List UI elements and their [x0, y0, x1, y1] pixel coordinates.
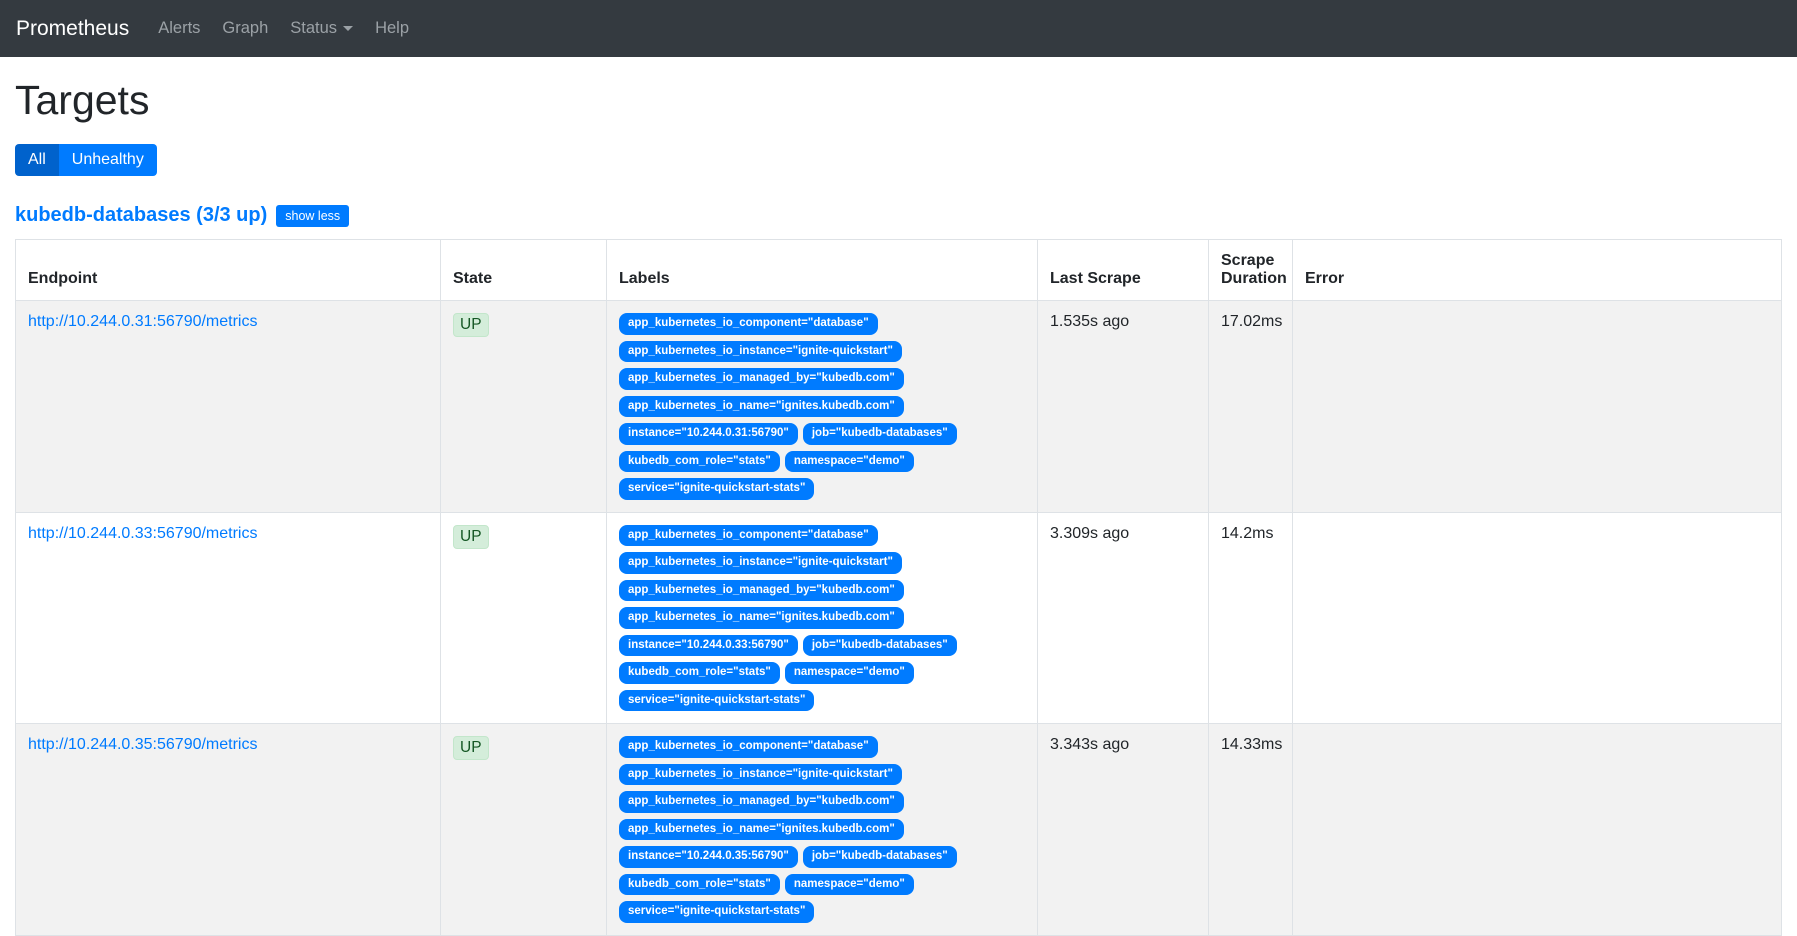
target-label-badge: namespace="demo"	[785, 451, 914, 473]
endpoint-link[interactable]: http://10.244.0.31:56790/metrics	[28, 313, 257, 330]
labels-cell: app_kubernetes_io_component="database"ap…	[607, 724, 1038, 936]
target-label-badge: app_kubernetes_io_component="database"	[619, 736, 878, 758]
nav-item-graph-label: Graph	[222, 19, 268, 38]
filter-all-button[interactable]: All	[15, 144, 59, 176]
state-cell: UP	[441, 301, 607, 513]
target-label-badge: service="ignite-quickstart-stats"	[619, 478, 814, 500]
target-label-badge: app_kubernetes_io_instance="ignite-quick…	[619, 341, 902, 363]
target-label-badge: kubedb_com_role="stats"	[619, 874, 780, 896]
endpoint-cell: http://10.244.0.35:56790/metrics	[16, 724, 441, 936]
endpoint-cell: http://10.244.0.31:56790/metrics	[16, 301, 441, 513]
nav-item-alerts-label: Alerts	[158, 19, 200, 38]
show-less-button[interactable]: show less	[276, 205, 349, 227]
state-badge: UP	[453, 736, 489, 760]
target-label-badge: namespace="demo"	[785, 874, 914, 896]
target-filter-group: All Unhealthy	[15, 144, 157, 176]
chevron-down-icon	[343, 26, 353, 31]
labels-wrap: app_kubernetes_io_component="database"ap…	[619, 736, 1024, 923]
error-cell	[1293, 301, 1782, 513]
table-row: http://10.244.0.33:56790/metrics UP app_ku…	[16, 512, 1782, 724]
endpoint-cell: http://10.244.0.33:56790/metrics	[16, 512, 441, 724]
target-label-badge: app_kubernetes_io_managed_by="kubedb.com…	[619, 580, 904, 602]
targets-table-body: http://10.244.0.31:56790/metrics UP app_ku…	[16, 301, 1782, 936]
scrape-duration-cell: 14.2ms	[1209, 512, 1293, 724]
target-label-badge: service="ignite-quickstart-stats"	[619, 901, 814, 923]
target-label-badge: job="kubedb-databases"	[803, 423, 957, 445]
table-row: http://10.244.0.31:56790/metrics UP app_ku…	[16, 301, 1782, 513]
target-label-badge: service="ignite-quickstart-stats"	[619, 690, 814, 712]
labels-cell: app_kubernetes_io_component="database"ap…	[607, 512, 1038, 724]
error-cell	[1293, 724, 1782, 936]
job-group-header: kubedb-databases (3/3 up) show less	[15, 204, 1782, 227]
state-cell: UP	[441, 512, 607, 724]
target-label-badge: instance="10.244.0.31:56790"	[619, 423, 798, 445]
target-label-badge: instance="10.244.0.33:56790"	[619, 635, 798, 657]
nav-item-help[interactable]: Help	[364, 11, 420, 46]
labels-wrap: app_kubernetes_io_component="database"ap…	[619, 313, 1024, 500]
state-cell: UP	[441, 724, 607, 936]
nav-item-help-label: Help	[375, 19, 409, 38]
last-scrape-cell: 1.535s ago	[1038, 301, 1209, 513]
target-label-badge: app_kubernetes_io_managed_by="kubedb.com…	[619, 791, 904, 813]
target-label-badge: app_kubernetes_io_instance="ignite-quick…	[619, 552, 902, 574]
scrape-duration-cell: 14.33ms	[1209, 724, 1293, 936]
target-label-badge: app_kubernetes_io_instance="ignite-quick…	[619, 764, 902, 786]
nav-item-status-label: Status	[290, 19, 337, 38]
targets-table: Endpoint State Labels Last Scrape Scrape…	[15, 239, 1782, 936]
nav-item-graph[interactable]: Graph	[211, 11, 279, 46]
state-badge: UP	[453, 525, 489, 549]
target-label-badge: job="kubedb-databases"	[803, 635, 957, 657]
last-scrape-cell: 3.343s ago	[1038, 724, 1209, 936]
table-header-row: Endpoint State Labels Last Scrape Scrape…	[16, 240, 1782, 301]
last-scrape-cell: 3.309s ago	[1038, 512, 1209, 724]
target-label-badge: app_kubernetes_io_managed_by="kubedb.com…	[619, 368, 904, 390]
brand-link[interactable]: Prometheus	[16, 17, 129, 41]
labels-cell: app_kubernetes_io_component="database"ap…	[607, 301, 1038, 513]
nav-item-alerts[interactable]: Alerts	[147, 11, 211, 46]
main-content: Targets All Unhealthy kubedb-databases (…	[0, 77, 1797, 936]
endpoint-link[interactable]: http://10.244.0.33:56790/metrics	[28, 525, 257, 542]
labels-wrap: app_kubernetes_io_component="database"ap…	[619, 525, 1024, 712]
table-row: http://10.244.0.35:56790/metrics UP app_ku…	[16, 724, 1782, 936]
target-label-badge: app_kubernetes_io_name="ignites.kubedb.c…	[619, 607, 904, 629]
endpoint-link[interactable]: http://10.244.0.35:56790/metrics	[28, 736, 257, 753]
target-label-badge: app_kubernetes_io_name="ignites.kubedb.c…	[619, 396, 904, 418]
nav-item-status[interactable]: Status	[279, 11, 364, 46]
target-label-badge: instance="10.244.0.35:56790"	[619, 846, 798, 868]
error-cell	[1293, 512, 1782, 724]
column-header-last-scrape: Last Scrape	[1038, 240, 1209, 301]
column-header-scrape-duration: Scrape Duration	[1209, 240, 1293, 301]
target-label-badge: kubedb_com_role="stats"	[619, 451, 780, 473]
target-label-badge: job="kubedb-databases"	[803, 846, 957, 868]
column-header-endpoint: Endpoint	[16, 240, 441, 301]
state-badge: UP	[453, 313, 489, 337]
scrape-duration-cell: 17.02ms	[1209, 301, 1293, 513]
target-label-badge: app_kubernetes_io_name="ignites.kubedb.c…	[619, 819, 904, 841]
column-header-state: State	[441, 240, 607, 301]
target-label-badge: namespace="demo"	[785, 662, 914, 684]
job-group-title: kubedb-databases (3/3 up)	[15, 204, 267, 227]
navbar: Prometheus Alerts Graph Status Help	[0, 0, 1797, 57]
target-label-badge: kubedb_com_role="stats"	[619, 662, 780, 684]
target-label-badge: app_kubernetes_io_component="database"	[619, 525, 878, 547]
filter-unhealthy-button[interactable]: Unhealthy	[59, 144, 157, 176]
column-header-error: Error	[1293, 240, 1782, 301]
page-title: Targets	[15, 77, 1782, 124]
target-label-badge: app_kubernetes_io_component="database"	[619, 313, 878, 335]
column-header-labels: Labels	[607, 240, 1038, 301]
